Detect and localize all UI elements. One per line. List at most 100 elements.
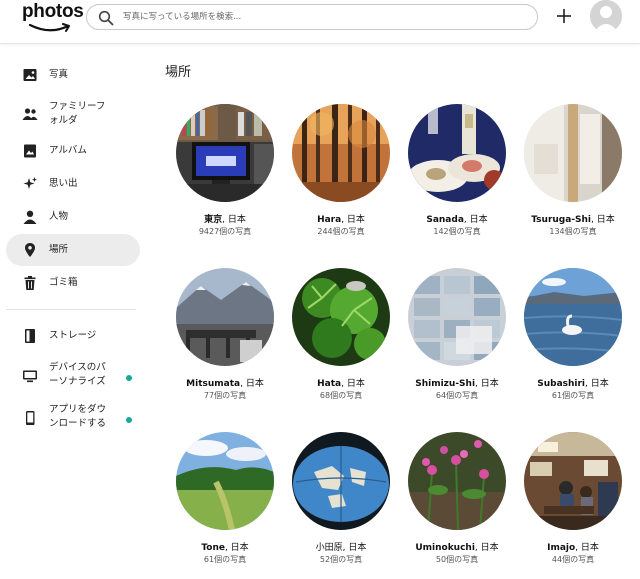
sidebar-item-label: 写真 (49, 69, 69, 80)
place-card-odawara[interactable]: 小田原, 日本 52個の写真 (286, 432, 396, 572)
place-photo-image (524, 104, 622, 202)
place-card-hata[interactable]: Hata, 日本 68個の写真 (286, 268, 396, 408)
place-name: Imajo, 日本 (508, 540, 638, 553)
sidebar-item-family-folder[interactable]: ファミリーフ ォルダ (6, 96, 140, 132)
place-country: , 日本 (575, 543, 599, 553)
amazon-photos-logo[interactable]: photos (22, 1, 84, 37)
place-city: Shimizu-Shi (415, 379, 476, 389)
sidebar-item-trash[interactable]: ゴミ箱 (6, 267, 140, 299)
sidebar-item-label: 人物 (49, 211, 69, 222)
place-city: Uminokuchi (415, 543, 475, 553)
place-card-subashiri[interactable]: Subashiri, 日本 61個の写真 (518, 268, 628, 408)
place-country: , 日本 (463, 215, 488, 225)
place-city: Hara (317, 215, 342, 225)
place-card-uminokuchi[interactable]: Uminokuchi, 日本 50個の写真 (402, 432, 512, 572)
place-country: , 日本 (342, 543, 367, 553)
place-city: 小田原 (315, 543, 343, 553)
place-photo-image (408, 432, 506, 530)
place-card-shimizu-shi[interactable]: Shimizu-Shi, 日本 64個の写真 (402, 268, 512, 408)
place-photo-image (408, 104, 506, 202)
place-city: Imajo (547, 543, 576, 553)
place-photo-image (408, 268, 506, 366)
place-card-imajo[interactable]: Imajo, 日本 44個の写真 (518, 432, 628, 572)
place-country: , 日本 (224, 543, 249, 553)
place-card-tone[interactable]: Tone, 日本 61個の写真 (170, 432, 280, 572)
place-city: Sanada (426, 215, 464, 225)
place-thumbnail[interactable] (408, 432, 506, 530)
photo-count: 50個の写真 (435, 555, 479, 564)
place-photo-image (176, 432, 274, 530)
place-thumbnail[interactable] (524, 432, 622, 530)
sidebar-item-label: アルバム (49, 145, 87, 156)
place-card-mitsumata[interactable]: Mitsumata, 日本 77個の写真 (170, 268, 280, 408)
logo-wordmark: photos (22, 1, 84, 22)
place-country: , 日本 (474, 543, 499, 553)
place-card-tsuruga-shi[interactable]: Tsuruga-Shi, 日本 134個の写真 (518, 104, 628, 244)
label-line-1: デバイスのパ (49, 362, 106, 373)
place-city: Tsuruga-Shi (531, 215, 592, 225)
photo-count: 61個の写真 (203, 555, 247, 564)
sidebar-item-memories[interactable]: 思い出 (6, 168, 140, 200)
page-title: 場所 (165, 65, 192, 80)
place-photo-image (292, 432, 390, 530)
place-thumbnail[interactable] (176, 104, 274, 202)
avatar[interactable] (590, 0, 622, 32)
logo-smile-icon (28, 23, 70, 32)
search-bar[interactable] (86, 4, 538, 30)
storage-icon (25, 329, 35, 343)
search-input[interactable] (123, 8, 523, 26)
sidebar-item-storage[interactable]: ストレージ (6, 320, 140, 352)
place-card-sanada[interactable]: Sanada, 日本 142個の写真 (402, 104, 512, 244)
label-line-2: ーソナライズ (49, 376, 106, 387)
place-name: 小田原, 日本 (276, 540, 406, 553)
sidebar-item-label: 場所 (49, 244, 69, 255)
phone-icon (26, 411, 35, 425)
sidebar-item-people[interactable]: 人物 (6, 201, 140, 233)
place-card-hara[interactable]: Hara, 日本 244個の写真 (286, 104, 396, 244)
place-name: Tsuruga-Shi, 日本 (508, 212, 638, 225)
label-line-1: アプリをダウ (49, 404, 107, 415)
place-thumbnail[interactable] (408, 104, 506, 202)
place-name: 東京, 日本 (160, 212, 290, 225)
notification-dot (126, 375, 132, 381)
sidebar-item-places[interactable]: 場所 (6, 234, 140, 266)
sidebar-item-label: ファミリーフ ォルダ (49, 100, 105, 128)
place-card-tokyo[interactable]: 東京, 日本 9427個の写真 (170, 104, 280, 244)
photo-count: 244個の写真 (317, 227, 365, 236)
place-thumbnail[interactable] (292, 432, 390, 530)
label-line-2: ンロードする (49, 418, 107, 429)
location-pin-icon (25, 243, 35, 257)
place-thumbnail[interactable] (292, 104, 390, 202)
place-country: , 日本 (475, 379, 499, 389)
place-thumbnail[interactable] (176, 432, 274, 530)
sidebar-item-photos[interactable]: 写真 (6, 59, 140, 91)
place-name: Tone, 日本 (160, 540, 290, 553)
place-country: , 日本 (240, 379, 264, 389)
place-thumbnail[interactable] (176, 268, 274, 366)
person-icon (23, 210, 37, 224)
trash-icon (24, 276, 36, 290)
place-country: , 日本 (222, 215, 246, 225)
add-icon[interactable] (554, 6, 574, 26)
sidebar-item-download-app[interactable]: アプリをダウ ンロードする (6, 400, 140, 436)
place-thumbnail[interactable] (408, 268, 506, 366)
place-photo-image (524, 432, 622, 530)
place-thumbnail[interactable] (292, 268, 390, 366)
search-icon[interactable] (98, 10, 114, 26)
place-city: Tone (201, 543, 225, 553)
photo-count: 44個の写真 (551, 555, 595, 564)
place-thumbnail[interactable] (524, 268, 622, 366)
place-thumbnail[interactable] (524, 104, 622, 202)
place-photo-image (292, 268, 390, 366)
photo-count: 9427個の写真 (198, 227, 252, 236)
place-name: Subashiri, 日本 (508, 376, 638, 389)
photo-count: 64個の写真 (435, 391, 479, 400)
photo-count: 52個の写真 (319, 555, 363, 564)
user-avatar-icon (590, 0, 622, 32)
place-city: 東京 (204, 215, 223, 225)
place-photo-image (292, 104, 390, 202)
sidebar-item-albums[interactable]: アルバム (6, 135, 140, 167)
album-icon (24, 144, 36, 158)
place-name: Hata, 日本 (276, 376, 406, 389)
sidebar-item-personalize-device[interactable]: デバイスのパ ーソナライズ (6, 358, 140, 394)
